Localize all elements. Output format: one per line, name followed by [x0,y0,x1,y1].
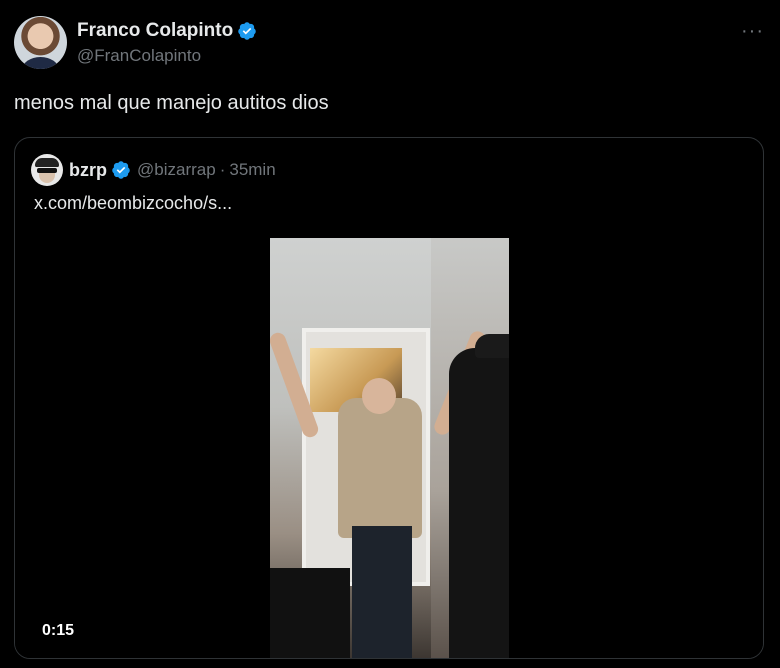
verified-badge-icon [112,161,130,179]
more-options-icon[interactable]: ··· [741,20,764,43]
verified-badge-icon [238,21,256,40]
quoted-tweet[interactable]: bzrp @bizarrap · 35min x.com/beombizcoch… [14,137,764,659]
quoted-header: bzrp @bizarrap · 35min [31,154,276,186]
video-thumbnail[interactable] [270,238,509,658]
quoted-link[interactable]: x.com/beombizcocho/s... [34,193,232,214]
quoted-timestamp[interactable]: 35min [229,160,275,180]
quoted-author-avatar[interactable] [31,154,63,186]
author-avatar[interactable] [14,16,67,69]
tweet-card[interactable]: Franco Colapinto @FranColapinto ··· meno… [0,0,780,668]
video-player[interactable] [15,238,763,658]
quoted-author-display-name[interactable]: bzrp [69,160,107,181]
separator-dot: · [219,160,226,179]
tweet-text: menos mal que manejo autitos dios [14,92,329,114]
author-names: Franco Colapinto @FranColapinto [77,20,257,66]
tweet-header: Franco Colapinto @FranColapinto [14,16,257,69]
author-display-name[interactable]: Franco Colapinto [77,20,233,42]
author-handle[interactable]: @FranColapinto [77,46,257,66]
author-name-row: Franco Colapinto [77,20,257,42]
quoted-author-handle[interactable]: @bizarrap [137,160,216,180]
video-duration: 0:15 [42,622,75,639]
